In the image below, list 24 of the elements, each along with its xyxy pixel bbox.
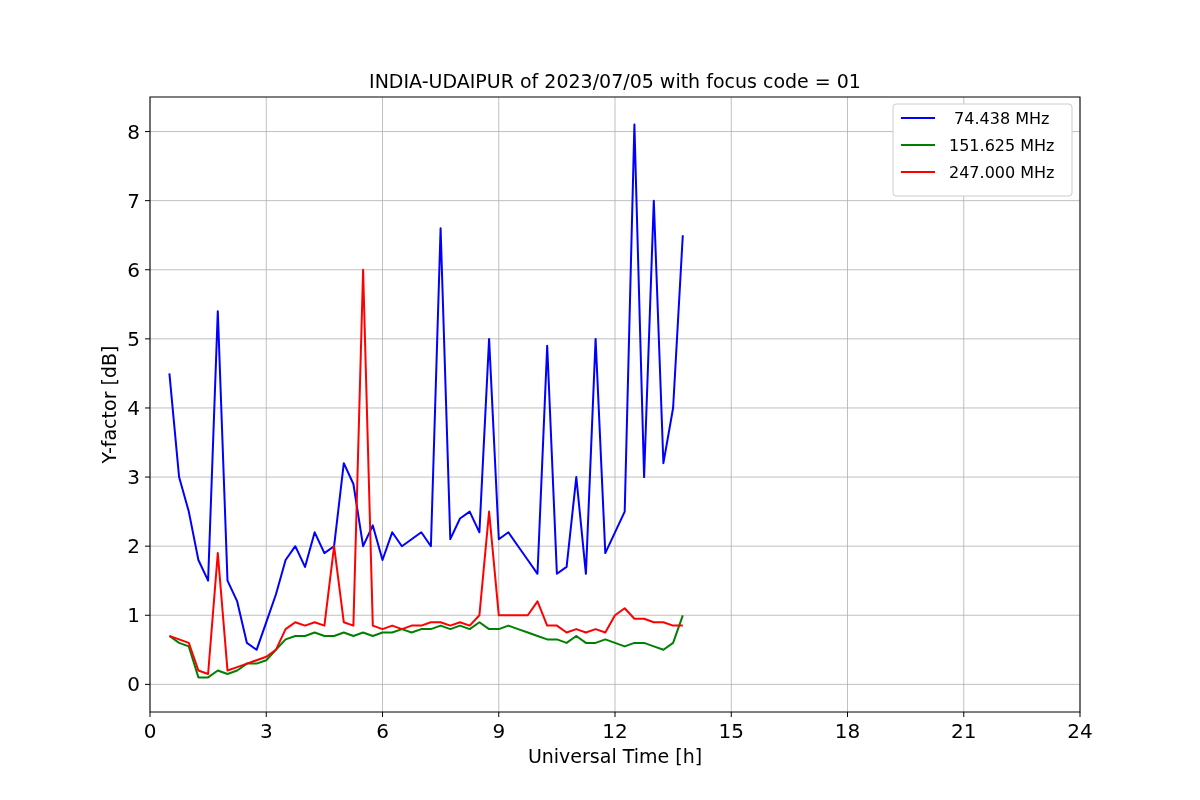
y-tick-label: 5 bbox=[127, 326, 140, 351]
x-tick-label: 15 bbox=[718, 719, 744, 743]
x-tick-label: 24 bbox=[1067, 719, 1093, 743]
legend-label: 247.000 MHz bbox=[949, 163, 1055, 182]
y-tick-label: 0 bbox=[127, 672, 140, 697]
x-tick-label: 9 bbox=[492, 719, 506, 743]
y-tick-label: 6 bbox=[127, 257, 140, 282]
chart-title: INDIA-UDAIPUR of 2023/07/05 with focus code = 01 bbox=[369, 70, 861, 92]
x-tick-label: 18 bbox=[834, 719, 861, 743]
y-tick-label: 3 bbox=[127, 465, 140, 490]
x-axis-label: Universal Time [h] bbox=[527, 745, 703, 767]
x-tick-label: 3 bbox=[259, 719, 273, 743]
x-tick-label: 6 bbox=[376, 719, 389, 743]
y-axis-label: Y-factor [dB] bbox=[98, 345, 120, 464]
y-tick-label: 7 bbox=[127, 188, 140, 213]
legend-label: 151.625 MHz bbox=[949, 136, 1055, 155]
x-tick-label: 0 bbox=[143, 719, 157, 743]
y-tick-label: 1 bbox=[127, 603, 140, 628]
legend-label: 74.438 MHz bbox=[954, 109, 1050, 128]
x-tick-label: 21 bbox=[951, 719, 977, 743]
y-tick-label: 2 bbox=[127, 534, 140, 559]
y-tick-label: 4 bbox=[127, 395, 140, 420]
y-tick-label: 8 bbox=[127, 119, 140, 144]
x-tick-label: 12 bbox=[602, 719, 628, 743]
